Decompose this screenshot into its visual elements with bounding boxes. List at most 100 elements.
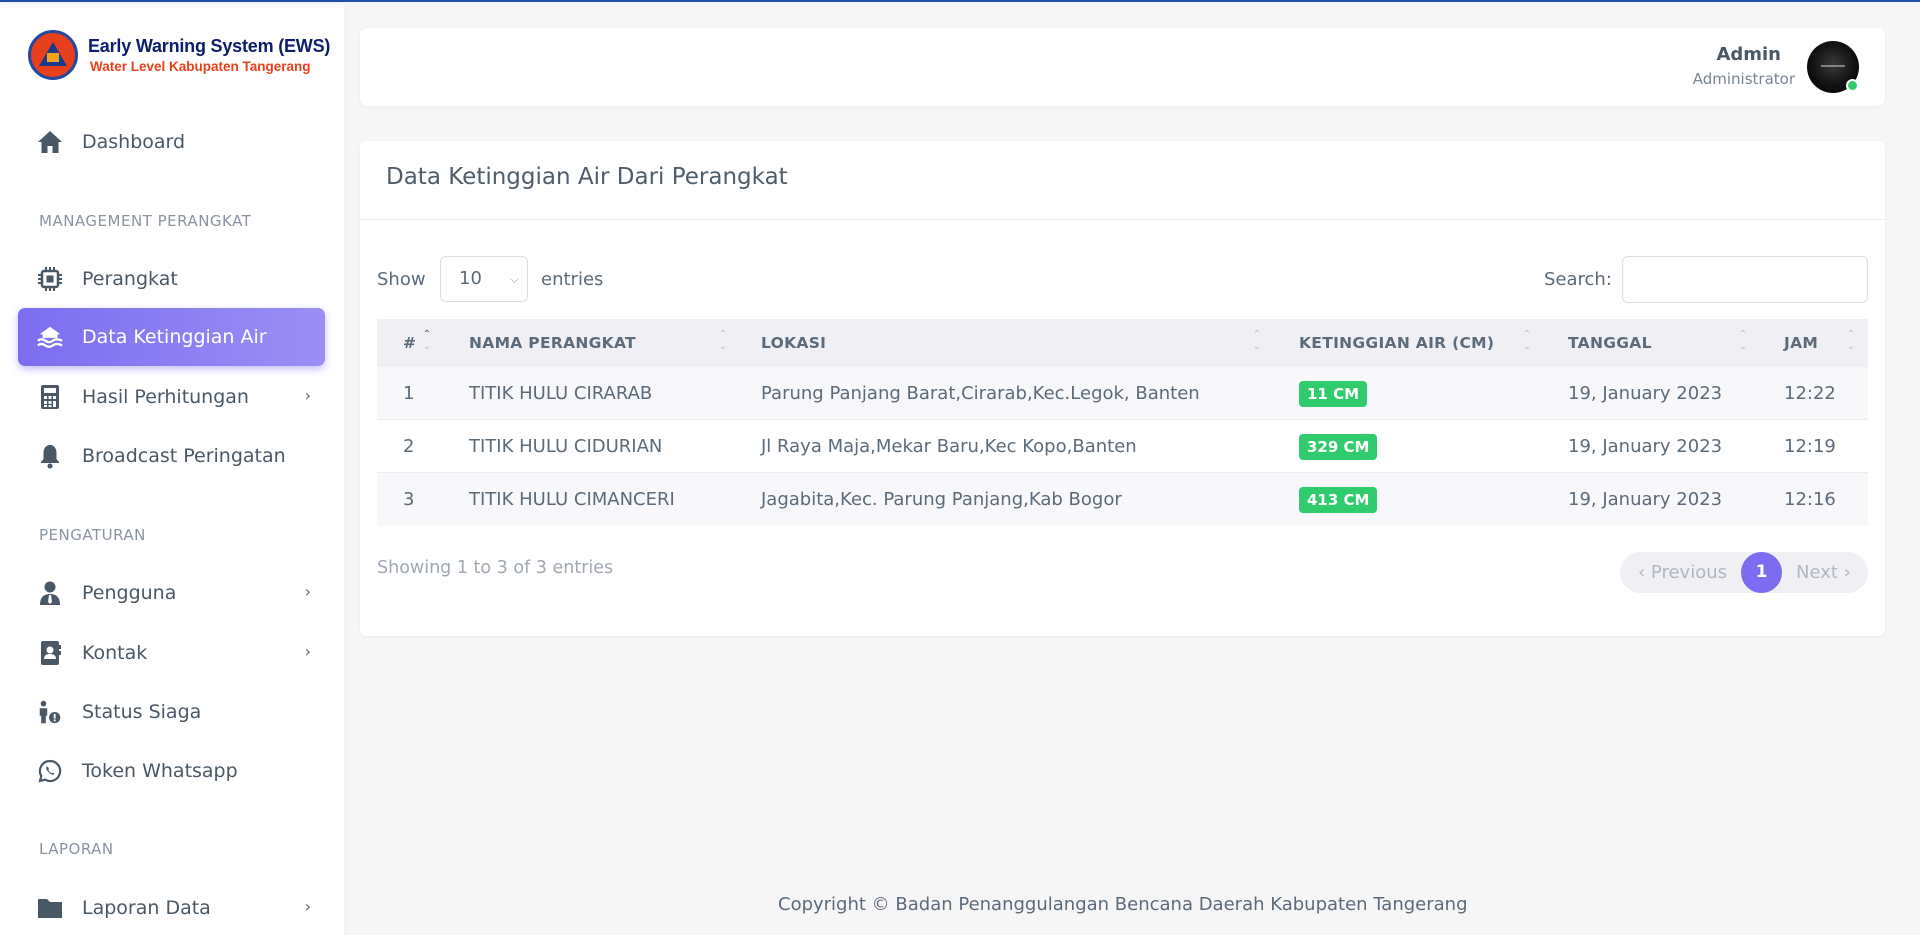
table-header: # ⌃ ⌄ NAMA PERANGKAT ⌃ ⌄ LOKASI ⌃ ⌄ KETINGG… bbox=[377, 319, 1868, 367]
sidebar-item-label: Perangkat bbox=[82, 268, 178, 290]
cell-no: 1 bbox=[403, 383, 415, 404]
whatsapp-icon bbox=[36, 757, 64, 785]
top-navbar: Admin Administrator bbox=[360, 28, 1885, 106]
user-icon bbox=[36, 579, 64, 607]
sidebar-item-kontak[interactable]: Kontak › bbox=[18, 624, 325, 682]
home-icon bbox=[36, 128, 64, 156]
search-label: Search: bbox=[1544, 269, 1612, 290]
cell-lokasi: Parung Panjang Barat,Cirarab,Kec.Legok, … bbox=[761, 383, 1200, 404]
column-header-no[interactable]: # bbox=[403, 319, 416, 367]
sidebar-item-label: Kontak bbox=[82, 642, 148, 664]
bpbd-logo bbox=[28, 30, 78, 80]
sort-icon[interactable]: ⌃ ⌄ bbox=[1846, 329, 1856, 357]
brand-subtitle: Water Level Kabupaten Tangerang bbox=[90, 59, 311, 74]
sidebar-item-dashboard[interactable]: Dashboard bbox=[18, 113, 325, 171]
chevron-right-icon: › bbox=[304, 582, 311, 601]
page-size-select[interactable]: 10 ⌵ bbox=[440, 256, 528, 302]
level-badge: 413 CM bbox=[1299, 487, 1378, 513]
table-row: 2 TITIK HULU CIDURIAN Jl Raya Maja,Mekar… bbox=[377, 420, 1868, 473]
sidebar-item-label: Status Siaga bbox=[82, 701, 202, 723]
sort-icon[interactable]: ⌃ ⌄ bbox=[1522, 329, 1532, 357]
chevron-right-icon: › bbox=[304, 386, 311, 405]
cell-tanggal: 19, January 2023 bbox=[1568, 436, 1723, 457]
column-header-lokasi[interactable]: LOKASI bbox=[761, 319, 826, 367]
cell-jam: 12:19 bbox=[1784, 436, 1836, 457]
cell-jam: 12:22 bbox=[1784, 383, 1836, 404]
column-header-nama[interactable]: NAMA PERANGKAT bbox=[469, 319, 636, 367]
chevron-right-icon: › bbox=[304, 642, 311, 661]
next-label: Next bbox=[1796, 562, 1838, 583]
sidebar-item-label: Token Whatsapp bbox=[82, 760, 238, 782]
sidebar-item-label: Hasil Perhitungan bbox=[82, 386, 249, 408]
sort-icon[interactable]: ⌃ ⌄ bbox=[1252, 329, 1262, 357]
cell-ketinggian: 11 CM bbox=[1299, 367, 1368, 420]
water-level-table: # ⌃ ⌄ NAMA PERANGKAT ⌃ ⌄ LOKASI ⌃ ⌄ KETINGG… bbox=[377, 319, 1868, 526]
pagination: ‹ Previous 1 Next › bbox=[1620, 552, 1868, 593]
brand[interactable]: Early Warning System (EWS) Water Level K… bbox=[28, 30, 330, 80]
chip-icon bbox=[36, 265, 64, 293]
previous-label: Previous bbox=[1650, 562, 1727, 583]
entries-label: entries bbox=[541, 269, 604, 290]
cell-jam: 12:16 bbox=[1784, 489, 1836, 510]
brand-title: Early Warning System (EWS) bbox=[88, 36, 331, 56]
online-status-dot bbox=[1846, 79, 1859, 92]
sidebar-item-status-siaga[interactable]: Status Siaga bbox=[18, 683, 325, 741]
cell-nama: TITIK HULU CIRARAB bbox=[469, 383, 653, 404]
sort-icon[interactable]: ⌃ ⌄ bbox=[422, 329, 432, 357]
chevron-right-icon: › bbox=[304, 897, 311, 916]
avatar[interactable] bbox=[1807, 41, 1859, 93]
sidebar-item-broadcast-peringatan[interactable]: Broadcast Peringatan bbox=[18, 427, 325, 485]
next-page-button[interactable]: Next › bbox=[1796, 552, 1851, 593]
search-input[interactable] bbox=[1622, 256, 1868, 303]
bell-icon bbox=[36, 442, 64, 470]
cell-nama: TITIK HULU CIMANCERI bbox=[469, 489, 675, 510]
contact-book-icon bbox=[36, 639, 64, 667]
page-1-button[interactable]: 1 bbox=[1741, 552, 1782, 593]
cell-no: 3 bbox=[403, 489, 415, 510]
cell-ketinggian: 413 CM bbox=[1299, 473, 1378, 526]
user-role: Administrator bbox=[1692, 70, 1795, 88]
page-size-value: 10 bbox=[459, 268, 482, 289]
level-badge: 11 CM bbox=[1299, 381, 1368, 407]
sidebar-item-label: Dashboard bbox=[82, 131, 186, 153]
section-header-management: MANAGEMENT PERANGKAT bbox=[39, 212, 252, 230]
section-header-laporan: LAPORAN bbox=[39, 840, 114, 858]
water-icon bbox=[36, 323, 64, 351]
sidebar-item-token-whatsapp[interactable]: Token Whatsapp bbox=[18, 742, 325, 800]
calculator-icon bbox=[36, 383, 64, 411]
person-alert-icon bbox=[36, 698, 64, 726]
sidebar-item-pengguna[interactable]: Pengguna › bbox=[18, 564, 325, 622]
divider bbox=[360, 219, 1885, 220]
cell-tanggal: 19, January 2023 bbox=[1568, 383, 1723, 404]
sidebar-item-label: Laporan Data bbox=[82, 897, 211, 919]
table-row: 3 TITIK HULU CIMANCERI Jagabita,Kec. Par… bbox=[377, 473, 1868, 526]
sidebar-item-label: Data Ketinggian Air bbox=[82, 326, 267, 348]
chevron-down-icon: ⌵ bbox=[509, 272, 519, 286]
footer-copyright: Copyright © Badan Penanggulangan Bencana… bbox=[778, 894, 1468, 915]
water-level-card: Data Ketinggian Air Dari Perangkat Show … bbox=[360, 141, 1885, 636]
cell-tanggal: 19, January 2023 bbox=[1568, 489, 1723, 510]
sort-icon[interactable]: ⌃ ⌄ bbox=[718, 329, 728, 357]
sort-icon[interactable]: ⌃ ⌄ bbox=[1738, 329, 1748, 357]
cell-nama: TITIK HULU CIDURIAN bbox=[469, 436, 663, 457]
sidebar-item-data-ketinggian-air[interactable]: Data Ketinggian Air bbox=[18, 308, 325, 366]
previous-page-button[interactable]: ‹ Previous bbox=[1638, 552, 1727, 593]
sidebar-item-perangkat[interactable]: Perangkat bbox=[18, 250, 325, 308]
column-header-jam[interactable]: JAM bbox=[1784, 319, 1818, 367]
folder-icon bbox=[36, 894, 64, 922]
pagination-info: Showing 1 to 3 of 3 entries bbox=[377, 558, 614, 578]
section-header-pengaturan: PENGATURAN bbox=[39, 526, 146, 544]
level-badge: 329 CM bbox=[1299, 434, 1378, 460]
cell-no: 2 bbox=[403, 436, 415, 457]
cell-lokasi: Jagabita,Kec. Parung Panjang,Kab Bogor bbox=[761, 489, 1122, 510]
column-header-ketinggian[interactable]: KETINGGIAN AIR (CM) bbox=[1299, 319, 1494, 367]
user-name: Admin bbox=[1716, 44, 1781, 65]
sidebar-item-laporan-data[interactable]: Laporan Data › bbox=[18, 879, 325, 935]
sidebar-item-label: Pengguna bbox=[82, 582, 177, 604]
column-header-tanggal[interactable]: TANGGAL bbox=[1568, 319, 1652, 367]
sidebar-item-hasil-perhitungan[interactable]: Hasil Perhitungan › bbox=[18, 368, 325, 426]
sidebar-item-label: Broadcast Peringatan bbox=[82, 445, 286, 467]
show-label: Show bbox=[377, 269, 426, 290]
table-row: 1 TITIK HULU CIRARAB Parung Panjang Bara… bbox=[377, 367, 1868, 420]
card-title: Data Ketinggian Air Dari Perangkat bbox=[386, 164, 788, 190]
